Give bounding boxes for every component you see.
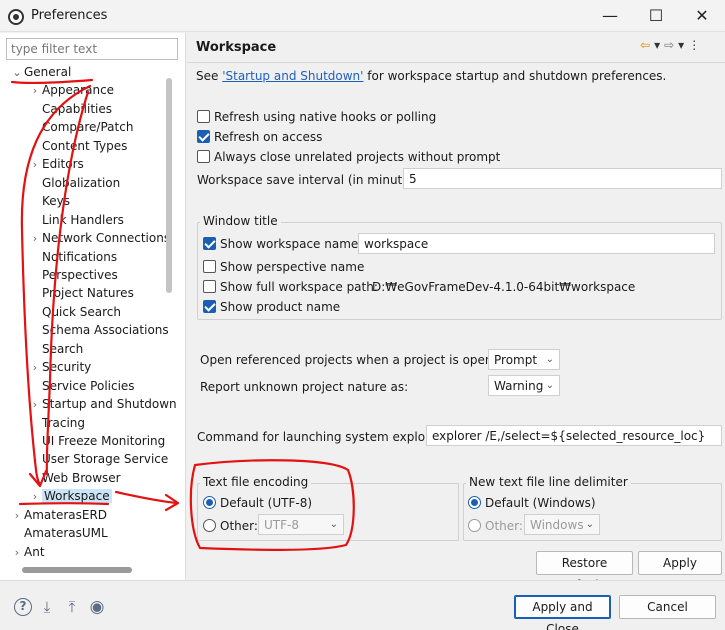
underline-workspace <box>18 502 110 506</box>
underline-general <box>10 78 94 85</box>
arrow-general-to-workspace <box>20 84 92 486</box>
arrow-general-right <box>45 90 90 476</box>
circle-encoding <box>189 459 355 551</box>
red-annotation-overlay <box>10 78 355 551</box>
arrow-to-encoding <box>114 490 178 505</box>
